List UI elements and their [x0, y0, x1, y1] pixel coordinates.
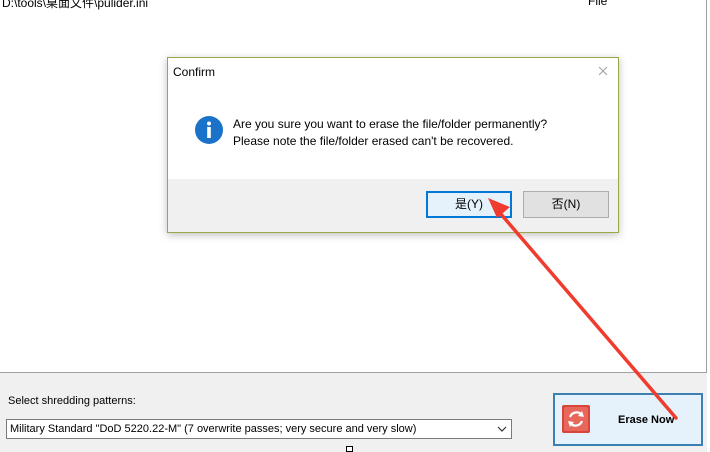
resize-handle[interactable] — [346, 446, 353, 452]
dialog-message: Are you sure you want to erase the file/… — [233, 116, 547, 150]
app-window: D:\tools\桌面文件\pulider.ini File Select sh… — [0, 0, 710, 452]
dialog-message-line1: Are you sure you want to erase the file/… — [233, 117, 548, 131]
list-item[interactable]: D:\tools\桌面文件\pulider.ini File — [0, 0, 706, 10]
erase-now-button[interactable]: Erase Now — [553, 393, 703, 446]
erase-now-label: Erase Now — [618, 414, 675, 426]
file-path: D:\tools\桌面文件\pulider.ini — [2, 0, 149, 10]
dialog-title: Confirm — [173, 65, 216, 79]
close-icon[interactable] — [596, 64, 610, 78]
confirm-dialog: Confirm Are you sure you want to erase t… — [167, 57, 619, 233]
dialog-message-line2: Please note the file/folder erased can't… — [233, 134, 514, 148]
shredding-patterns-select[interactable]: Military Standard "DoD 5220.22-M" (7 ove… — [6, 419, 512, 439]
shred-icon — [562, 405, 590, 433]
no-button[interactable]: 否(N) — [523, 191, 609, 218]
file-type: File — [588, 0, 608, 8]
dialog-footer: 是(Y) 否(N) — [168, 179, 618, 232]
info-icon — [195, 116, 223, 144]
shredding-patterns-value: Military Standard "DoD 5220.22-M" (7 ove… — [10, 423, 417, 435]
yes-button[interactable]: 是(Y) — [426, 191, 512, 218]
chevron-down-icon — [497, 426, 507, 432]
shredding-patterns-label: Select shredding patterns: — [8, 395, 136, 407]
